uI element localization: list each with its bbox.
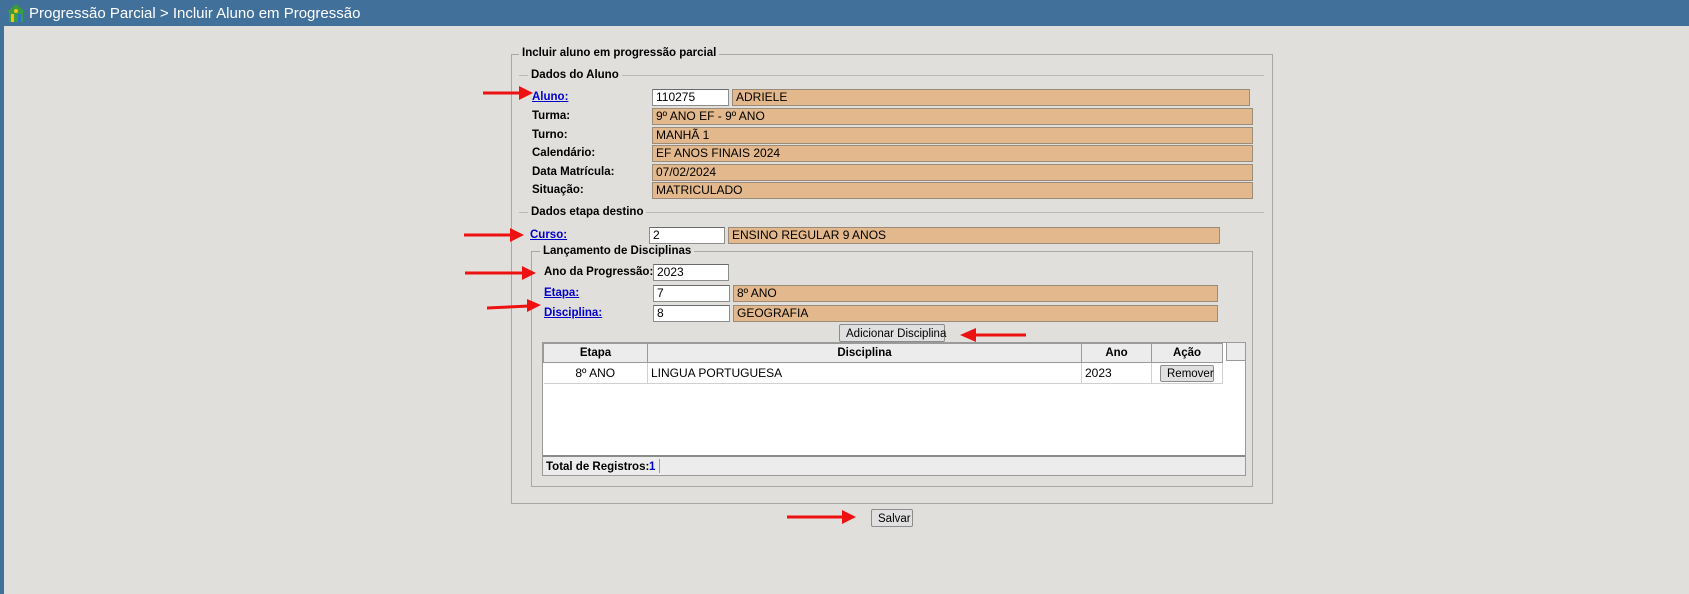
curso-name-field: ENSINO REGULAR 9 ANOS [728, 227, 1220, 244]
left-edge-bar [0, 26, 4, 594]
disciplinas-legend: Lançamento de Disciplinas [540, 245, 695, 257]
etapa-code-input[interactable]: 7 [653, 285, 730, 302]
curso-lookup-link[interactable]: Curso: [530, 229, 567, 241]
aluno-name-field: ADRIELE [732, 89, 1250, 106]
annotation-arrow-icon [487, 299, 541, 312]
etapa-name-field: 8º ANO [733, 285, 1218, 302]
data-matricula-label: Data Matrícula: [532, 166, 615, 178]
calendario-label: Calendário: [532, 147, 596, 159]
curso-code-input[interactable]: 2 [649, 227, 725, 244]
cell-ano: 2023 [1081, 362, 1152, 384]
total-registros-value: 1 [649, 461, 656, 473]
destino-section-title: Dados etapa destino [528, 206, 647, 218]
disciplinas-grid: Etapa Disciplina Ano Ação 8º ANO LINGUA … [542, 342, 1246, 476]
annotation-arrow-icon [465, 266, 536, 280]
ano-progressao-label: Ano da Progressão: [544, 266, 654, 278]
page-title: Progressão Parcial > Incluir Aluno em Pr… [29, 4, 361, 22]
annotation-arrow-icon [960, 328, 1026, 342]
column-header-acao: Ação [1151, 343, 1223, 363]
disciplina-name-field: GEOGRAFIA [733, 305, 1218, 322]
annotation-arrow-icon [787, 510, 856, 524]
disciplina-lookup-link[interactable]: Disciplina: [544, 307, 602, 319]
data-matricula-field: 07/02/2024 [652, 164, 1253, 181]
column-header-ano: Ano [1081, 343, 1152, 363]
grid-footer: Total de Registros: 1 [543, 455, 1245, 475]
title-bar: Progressão Parcial > Incluir Aluno em Pr… [0, 0, 1689, 26]
turma-field: 9º ANO EF - 9º ANO [652, 108, 1253, 125]
cell-acao: Remover [1151, 362, 1223, 384]
ano-progressao-input[interactable]: 2023 [653, 264, 729, 281]
turma-label: Turma: [532, 110, 571, 122]
cell-disciplina: LINGUA PORTUGUESA [647, 362, 1082, 384]
grid-corner-header [1226, 343, 1245, 361]
disciplinas-table: Etapa Disciplina Ano Ação 8º ANO LINGUA … [543, 343, 1223, 384]
column-header-etapa: Etapa [543, 343, 648, 363]
aluno-section-title: Dados do Aluno [528, 69, 622, 81]
progressao-legend: Incluir aluno em progressão parcial [519, 47, 720, 59]
adicionar-disciplina-button[interactable]: Adicionar Disciplina [839, 324, 946, 342]
table-header-row: Etapa Disciplina Ano Ação [543, 343, 1223, 363]
footer-divider [659, 459, 660, 473]
aluno-lookup-link[interactable]: Aluno: [532, 91, 568, 103]
app-logo-icon [7, 4, 25, 22]
turno-field: MANHÃ 1 [652, 127, 1253, 144]
table-row: 8º ANO LINGUA PORTUGUESA 2023 Remover [543, 362, 1223, 384]
aluno-code-input[interactable]: 110275 [652, 89, 729, 106]
salvar-button[interactable]: Salvar [871, 509, 913, 527]
annotation-arrow-icon [464, 228, 524, 242]
turno-label: Turno: [532, 129, 568, 141]
calendario-field: EF ANOS FINAIS 2024 [652, 145, 1253, 162]
column-header-disciplina: Disciplina [647, 343, 1082, 363]
situacao-field: MATRICULADO [652, 182, 1253, 199]
disciplina-code-input[interactable]: 8 [653, 305, 730, 322]
etapa-lookup-link[interactable]: Etapa: [544, 287, 579, 299]
total-registros-label: Total de Registros: [546, 461, 650, 473]
situacao-label: Situação: [532, 184, 584, 196]
aluno-section-divider [519, 75, 1264, 76]
cell-etapa: 8º ANO [543, 362, 648, 384]
annotation-arrow-icon [483, 86, 533, 100]
remover-button[interactable]: Remover [1160, 364, 1214, 382]
